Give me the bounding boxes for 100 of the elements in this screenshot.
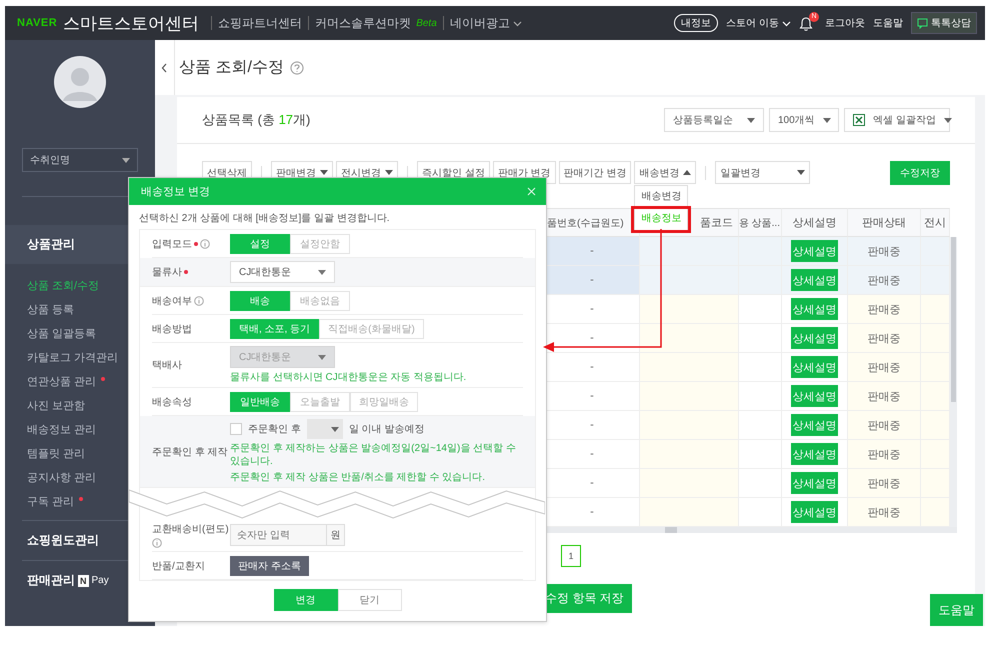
caret-icon	[944, 116, 952, 124]
sort-select[interactable]: 100개씩	[769, 108, 839, 132]
sort-select[interactable]: 상품등록일순	[664, 108, 764, 132]
store-move-link[interactable]: 스토어 이동	[726, 16, 791, 30]
caret-icon	[822, 116, 831, 124]
new-dot-icon	[79, 497, 84, 501]
table-cell: 판매중	[848, 266, 921, 295]
excel-icon	[853, 114, 865, 126]
table-cell: -	[545, 469, 640, 498]
nav-link[interactable]: 쇼핑파트너센터	[218, 14, 302, 32]
unit-label: 원	[327, 524, 345, 546]
excel-select[interactable]: 엑셀 일괄작업	[844, 108, 950, 132]
table-cell: 판매중	[848, 440, 921, 469]
chevron-down-icon	[782, 20, 791, 26]
help-icon[interactable]	[290, 60, 304, 74]
column-header: 전시	[921, 208, 950, 237]
table-cell: -	[545, 266, 640, 295]
table-cell	[921, 353, 950, 382]
page-button[interactable]: 1	[561, 545, 581, 567]
table-cell: -	[545, 324, 640, 353]
column-header: 용 상품...	[739, 208, 782, 237]
toolbar-button[interactable]: 판매기간 변경	[558, 161, 632, 184]
info-icon[interactable]	[152, 538, 162, 548]
caret-icon	[318, 268, 326, 276]
help-note: 주문확인 후 제작 상품은 반품/취소를 제한할 수 있습니다.	[230, 471, 486, 484]
table-cell: -	[545, 353, 640, 382]
days-select[interactable]	[306, 419, 343, 439]
help-note: 물류사를 선택하시면 CJ대한통운은 자동 적용됩니다.	[230, 371, 468, 384]
nav-link[interactable]: 네이버광고	[450, 14, 522, 32]
column-header: 판매상태	[848, 208, 921, 237]
field-label: 배송방법	[152, 322, 192, 336]
fee-input-field[interactable]: 숫자만 입력	[230, 524, 327, 546]
help-link[interactable]: 도움말	[873, 16, 903, 30]
list-title: 상품목록 (총 17개)	[202, 111, 312, 129]
table-cell: 판매중	[848, 353, 921, 382]
help-note: 주문확인 후 제작하는 상품은 발송예정일(2일~14일)을 선택할 수 있습니다.	[230, 442, 517, 468]
vertical-scrollbar[interactable]	[950, 237, 957, 527]
talk-button[interactable]: 톡톡상담	[911, 12, 977, 34]
table-cell: -	[545, 237, 640, 266]
pay-label: Pay	[92, 575, 109, 586]
search-type-select[interactable]: 수취인명	[22, 148, 138, 172]
field-label: 주문확인 후 제작	[152, 446, 228, 458]
column-header: 상세설명	[782, 208, 848, 237]
collapse-icon[interactable]	[161, 62, 168, 72]
table-cell	[921, 382, 950, 411]
table-cell: -	[545, 382, 640, 411]
close-button[interactable]: 닫기	[338, 589, 402, 611]
highlight-frame	[631, 206, 692, 233]
carrier-select: CJ대한통운	[230, 346, 335, 368]
field-label: 물류사	[152, 266, 182, 279]
modal-notice: 선택하신 2개 상품에 대해 [배송정보]를 일괄 변경합니다.	[138, 212, 391, 226]
address-book-button[interactable]: 판매자 주소록	[230, 556, 309, 576]
info-icon[interactable]	[194, 296, 204, 306]
table-cell: -	[545, 295, 640, 324]
bell-icon[interactable]	[799, 17, 813, 31]
toolbar-dropdown[interactable]: 일괄변경	[715, 161, 810, 184]
caret-icon	[683, 169, 692, 176]
info-icon[interactable]	[200, 238, 210, 248]
checkbox-label: 주문확인 후	[248, 423, 301, 436]
carrier-select[interactable]: CJ대한통운	[230, 261, 335, 283]
close-icon[interactable]	[527, 187, 536, 196]
table-cell: 판매중	[848, 382, 921, 411]
caret-icon	[747, 116, 755, 124]
sidebar-item[interactable]: 연관상품 관리	[5, 370, 155, 394]
table-cell: 판매중	[848, 411, 921, 440]
table-cell: 판매중	[848, 324, 921, 353]
table-cell	[921, 266, 950, 295]
table-cell: 판매중	[848, 498, 921, 527]
table-cell: -	[545, 411, 640, 440]
field-label: 배송여부	[152, 294, 192, 308]
field-label: 교환배송비(편도)	[152, 523, 229, 536]
column-header: 품번호(수급원도)	[545, 208, 640, 237]
menu-item[interactable]: 배송변경	[635, 186, 688, 208]
sidebar-item[interactable]: 구독 관리	[5, 490, 155, 514]
app-title[interactable]: 스마트스토어센터	[63, 12, 200, 34]
table-cell: 판매중	[848, 295, 921, 324]
caret-icon	[797, 169, 806, 176]
caret-icon	[122, 156, 130, 164]
page-title: 상품 조회/수정	[179, 58, 284, 78]
table-cell: 판매중	[848, 237, 921, 266]
field-label: 입력모드	[152, 238, 192, 250]
new-dot-icon	[101, 377, 106, 381]
table-cell: -	[545, 498, 640, 527]
caret-icon	[330, 426, 339, 432]
checkbox[interactable]	[230, 423, 242, 435]
nav-link[interactable]: 커머스솔루션마켓 Beta	[315, 14, 437, 32]
chat-icon	[917, 18, 928, 28]
field-label: 반품/교환지	[152, 560, 205, 572]
modal-title: 배송정보 변경	[141, 185, 210, 199]
my-info-button[interactable]: 내정보	[674, 14, 718, 32]
avatar-icon	[54, 56, 106, 108]
logout-link[interactable]: 로그아웃	[825, 16, 865, 30]
required-dot-icon	[194, 242, 198, 246]
field-label: 배송속성	[152, 396, 192, 408]
naver-logo[interactable]: NAVER	[17, 17, 58, 29]
field-label: 택배사	[152, 359, 182, 372]
required-dot-icon	[184, 270, 188, 274]
toolbar-dropdown[interactable]: 배송변경	[634, 161, 696, 184]
days-suffix: 일 이내 발송예정	[348, 423, 424, 436]
pay-mark-badge: N	[78, 574, 88, 586]
